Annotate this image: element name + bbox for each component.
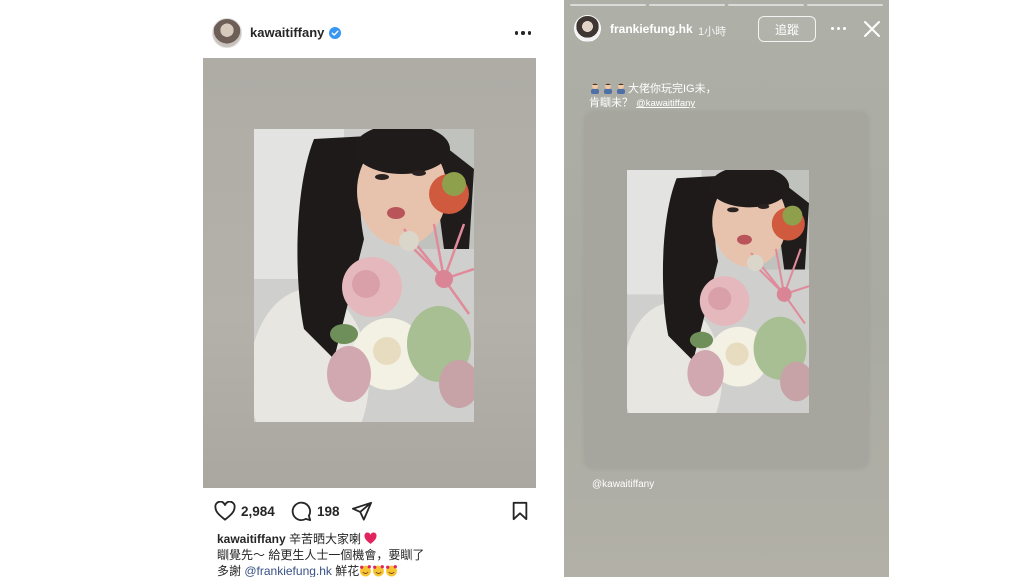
post-image[interactable] xyxy=(203,58,536,488)
feed-post: kawaitiffany 2,984 198 kawaitiffany 辛苦晒大… xyxy=(203,0,536,577)
smiling-hearts-emoji-icon xyxy=(360,565,372,577)
like-button[interactable]: 2,984 xyxy=(214,500,275,522)
verified-badge-icon xyxy=(329,27,341,39)
story-mention-sticker[interactable]: @kawaitiffany xyxy=(592,479,654,490)
save-button[interactable] xyxy=(511,500,529,522)
shared-post-card[interactable] xyxy=(585,112,868,468)
story-text-1: 大佬你玩完IG未， xyxy=(628,83,717,95)
smiling-hearts-emoji-icon xyxy=(373,565,385,577)
follow-button[interactable]: 追蹤 xyxy=(758,16,816,42)
comment-icon xyxy=(291,501,312,522)
caption-text-3-suffix: 鮮花 xyxy=(335,564,360,577)
post-header: kawaitiffany xyxy=(203,14,536,54)
share-icon xyxy=(351,501,372,521)
story-text-overlay: 大佬你玩完IG未， 肯瞓未？ @kawaitiffany xyxy=(589,82,849,111)
screenshot-root: kawaitiffany 2,984 198 kawaitiffany 辛苦晒大… xyxy=(0,0,1024,577)
share-button[interactable] xyxy=(351,500,373,522)
caption-text-3-prefix: 多謝 xyxy=(217,564,242,577)
person-emoji-icon xyxy=(604,83,612,94)
caption-mention-link[interactable]: @frankiefung.hk xyxy=(244,564,332,577)
story-more-options-icon[interactable] xyxy=(829,20,847,36)
caption-line-1: kawaitiffany 辛苦晒大家喇 xyxy=(217,531,537,547)
story-author-avatar[interactable] xyxy=(574,15,601,42)
story-author-username[interactable]: frankiefung.hk xyxy=(610,22,693,36)
person-emoji-icon xyxy=(591,83,599,94)
post-author-avatar[interactable] xyxy=(212,18,242,48)
story-progress-bar xyxy=(570,4,883,6)
comment-count: 198 xyxy=(317,503,340,519)
caption-text-1: 辛苦晒大家喇 xyxy=(289,532,362,546)
story-text-2: 肯瞓未？ xyxy=(589,97,633,109)
shared-selfie-photo xyxy=(627,170,809,413)
story-timestamp: 1小時 xyxy=(698,26,727,38)
story-text-line-2: 肯瞓未？ @kawaitiffany xyxy=(589,96,849,111)
like-count: 2,984 xyxy=(241,503,275,519)
red-heart-emoji-icon xyxy=(364,532,377,544)
caption-username[interactable]: kawaitiffany xyxy=(217,532,286,546)
caption-line-3: 多謝 @frankiefung.hk 鮮花 xyxy=(217,563,537,577)
story-viewer[interactable]: frankiefung.hk 1小時 追蹤 大佬你玩完IG未， 肯瞓未？ @ka… xyxy=(564,0,889,577)
comment-button[interactable]: 198 xyxy=(290,500,340,522)
post-more-options-icon[interactable] xyxy=(512,23,534,43)
post-author-username[interactable]: kawaitiffany xyxy=(250,25,324,40)
caption-line-2: 瞓覺先～ 給更生人士一個機會，要瞓了 xyxy=(217,548,425,562)
story-text-mention[interactable]: @kawaitiffany xyxy=(636,98,695,109)
heart-icon xyxy=(214,501,236,521)
bookmark-icon xyxy=(512,501,528,521)
smiling-hearts-emoji-icon xyxy=(386,565,398,577)
story-text-line-1: 大佬你玩完IG未， xyxy=(589,82,849,96)
post-action-bar: 2,984 198 xyxy=(203,498,536,524)
person-emoji-icon xyxy=(617,83,625,94)
close-icon[interactable] xyxy=(863,20,881,38)
post-caption: kawaitiffany 辛苦晒大家喇 瞓覺先～ 給更生人士一個機會，要瞓了 多… xyxy=(217,531,537,577)
selfie-with-flowers-photo xyxy=(254,129,474,422)
